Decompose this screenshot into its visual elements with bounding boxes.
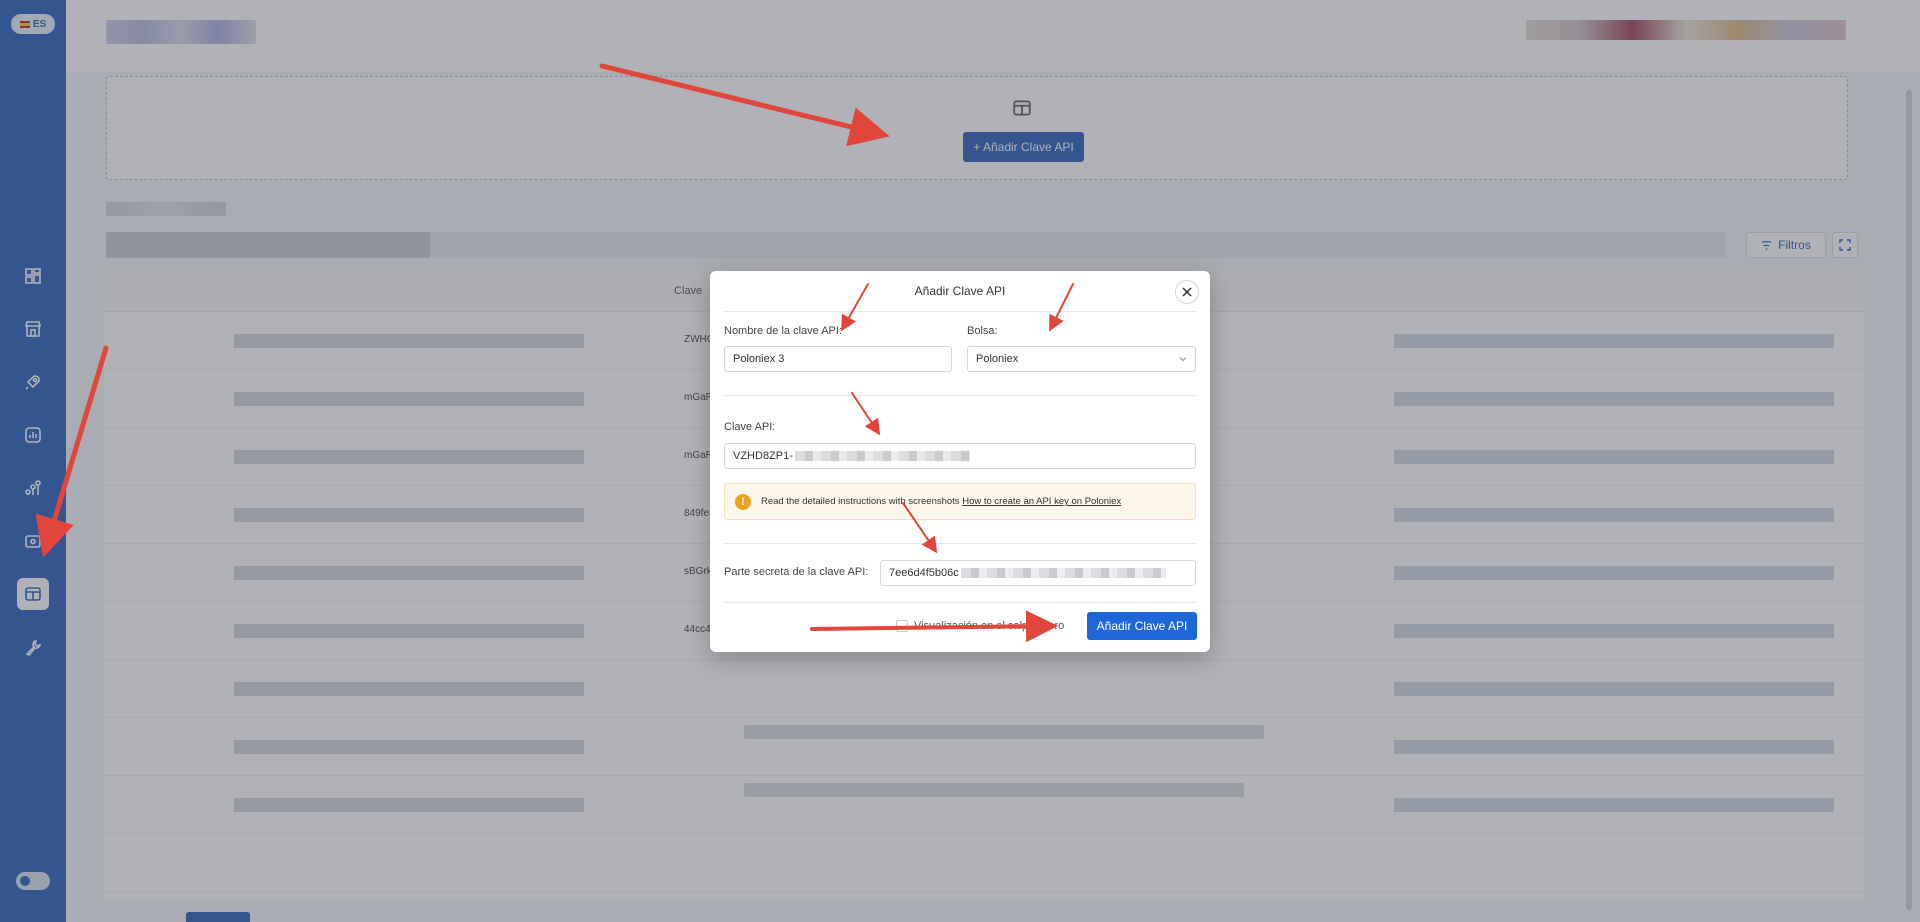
api-key-value: VZHD8ZP1- <box>733 450 793 462</box>
chevron-down-icon <box>1179 357 1187 362</box>
divider <box>724 543 1196 544</box>
secret-key-value: 7ee6d4f5b06c <box>889 567 959 579</box>
notice-message: Read the detailed instructions with scre… <box>761 496 960 507</box>
dashboard-display-option[interactable]: Visualización en el salpicadero <box>896 620 1064 632</box>
api-key-label: Clave API: <box>724 421 776 433</box>
masked-text <box>794 451 970 461</box>
instructions-link[interactable]: How to create an API key on Poloniex <box>962 496 1121 507</box>
exchange-label: Bolsa: <box>967 325 998 337</box>
submit-add-api-key-button[interactable]: Añadir Clave API <box>1087 612 1197 640</box>
divider <box>724 602 1196 603</box>
add-api-key-dialog: Añadir Clave API Nombre de la clave API:… <box>710 271 1210 652</box>
dialog-title: Añadir Clave API <box>914 284 1006 298</box>
close-icon <box>1182 287 1192 297</box>
divider <box>724 311 1196 312</box>
instructions-notice: ! Read the detailed instructions with sc… <box>724 483 1196 520</box>
api-key-name-value: Poloniex 3 <box>733 353 785 365</box>
api-key-name-label: Nombre de la clave API: <box>724 325 843 337</box>
masked-text <box>960 568 1166 578</box>
warning-icon: ! <box>735 494 751 510</box>
exchange-value: Poloniex <box>976 353 1019 365</box>
divider <box>724 395 1196 396</box>
exchange-select[interactable]: Poloniex <box>967 346 1196 372</box>
dashboard-checkbox-label: Visualización en el salpicadero <box>914 620 1065 632</box>
dashboard-checkbox[interactable] <box>896 620 908 632</box>
secret-key-input[interactable]: 7ee6d4f5b06c <box>880 560 1196 586</box>
notice-text: Read the detailed instructions with scre… <box>761 496 1121 507</box>
api-key-input[interactable]: VZHD8ZP1- <box>724 443 1196 469</box>
api-key-name-input[interactable]: Poloniex 3 <box>724 346 952 372</box>
secret-key-label: Parte secreta de la clave API: <box>724 566 869 578</box>
close-button[interactable] <box>1175 280 1199 304</box>
